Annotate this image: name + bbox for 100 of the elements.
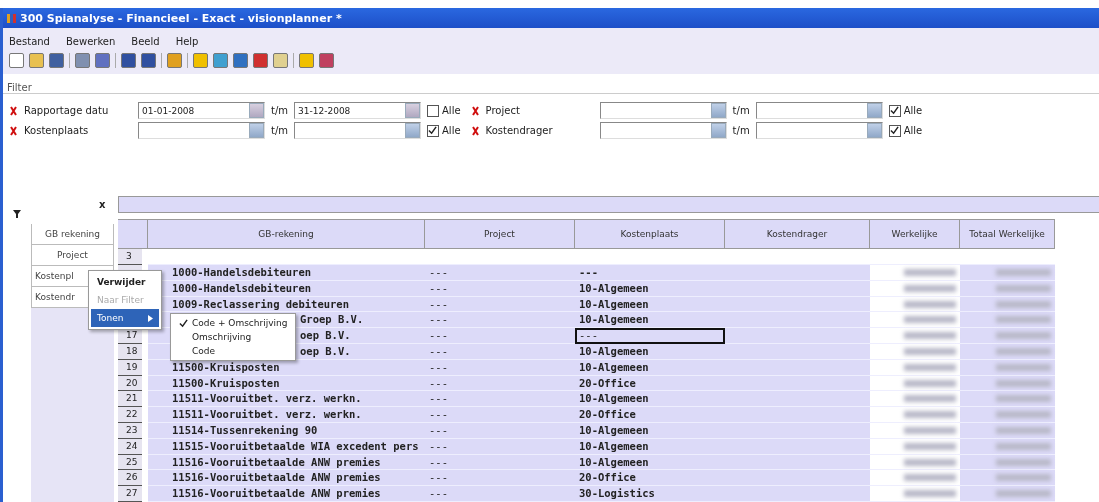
menu-item[interactable]: Beeld [131, 36, 160, 47]
table-cell: 10-Algemeen [575, 312, 725, 329]
blurred-value [996, 458, 1051, 466]
table-cell: --- [425, 312, 575, 329]
dimension-button[interactable]: GB rekening [31, 224, 114, 245]
table-cell: 11511-Vooruitbet. verz. werkn. [148, 407, 425, 423]
table-cell: --- [425, 328, 575, 345]
selected-cell: --- [575, 328, 725, 345]
row-number: 22 [118, 407, 142, 423]
lookup-field[interactable] [599, 122, 727, 139]
column-header[interactable]: Totaal Werkelijke [960, 219, 1055, 250]
close-icon[interactable]: x [99, 199, 106, 210]
lookup-field[interactable] [755, 122, 883, 139]
filter-label: Kostenplaats [24, 125, 90, 136]
date-field[interactable]: 01-01-2008 [138, 102, 265, 119]
app-icon [7, 13, 16, 23]
column-header[interactable]: Kostenplaats [575, 219, 725, 250]
blurred-value [996, 379, 1051, 387]
blurred-value [996, 411, 1051, 419]
calendar-icon[interactable] [249, 103, 264, 118]
remove-filter-icon[interactable] [9, 125, 18, 136]
menu-item[interactable]: Help [175, 36, 199, 47]
blurred-value [996, 316, 1051, 324]
row-number: 21 [118, 391, 142, 408]
lookup-field[interactable] [294, 122, 422, 139]
blurred-value [996, 348, 1051, 356]
row-number: 18 [118, 344, 142, 360]
row-number: 27 [118, 486, 142, 502]
window-title: 300 Spianalyse - Financieel - Exact - visionplanner * [20, 11, 342, 25]
remove-filter-icon[interactable] [470, 105, 480, 116]
table-cell: 20-Office [575, 407, 725, 423]
menu-item[interactable]: Code [173, 344, 294, 358]
blurred-value [996, 284, 1051, 292]
check-icon [179, 318, 188, 328]
menu-item[interactable]: Code + Omschrijving [173, 316, 294, 330]
blurred-value [904, 269, 956, 277]
lookup-icon[interactable] [405, 123, 421, 138]
blurred-value [904, 348, 956, 356]
funnel-icon[interactable] [13, 210, 21, 218]
filter-title: Filter [7, 82, 32, 93]
remove-filter-icon[interactable] [9, 105, 18, 116]
blurred-value [904, 332, 956, 340]
row-number: 26 [118, 470, 142, 487]
lookup-field[interactable] [599, 102, 727, 119]
date-field[interactable]: 31-12-2008 [294, 102, 422, 119]
remove-filter-icon[interactable] [470, 125, 480, 136]
column-header[interactable]: Kostendrager [725, 219, 870, 250]
filter-label: Kostendrager [485, 125, 554, 136]
blurred-value [996, 332, 1051, 340]
blurred-value [904, 442, 956, 450]
range-separator: t/m [271, 105, 289, 116]
blurred-value [996, 269, 1051, 277]
blurred-value [904, 474, 956, 482]
blurred-value [904, 427, 956, 434]
blurred-value [904, 284, 956, 292]
lookup-field[interactable] [138, 122, 265, 139]
table-cell: --- [425, 486, 575, 502]
range-separator: t/m [271, 125, 289, 136]
blurred-value [996, 474, 1051, 482]
menu-item[interactable]: Tonen [91, 309, 159, 327]
lookup-icon[interactable] [866, 123, 882, 138]
table-cell: --- [425, 407, 575, 423]
menu-item[interactable]: Bestand [9, 36, 50, 47]
table-cell: 11514-Tussenrekening 90 [148, 423, 425, 439]
lookup-icon[interactable] [249, 123, 264, 138]
range-separator: t/m [732, 125, 750, 136]
lookup-field[interactable] [755, 102, 883, 119]
table-cell: 10-Algemeen [575, 423, 725, 439]
checkbox-label: Alle [442, 125, 461, 136]
table-cell: 10-Algemeen [575, 391, 725, 408]
table-cell: --- [425, 470, 575, 487]
blurred-value [904, 458, 956, 466]
table-cell: --- [425, 423, 575, 439]
lookup-icon[interactable] [710, 103, 726, 118]
lookup-icon[interactable] [866, 103, 882, 118]
checkbox-label: Alle [442, 105, 461, 116]
row-number: 3 [118, 249, 142, 266]
dimension-button[interactable]: Project [31, 245, 114, 266]
blurred-value [996, 427, 1051, 434]
table-cell: --- [425, 391, 575, 408]
table-cell: 1000-Handelsdebiteuren [148, 265, 425, 281]
column-header[interactable]: Werkelijke [870, 219, 960, 250]
column-header[interactable]: GB-rekening [148, 219, 425, 250]
checkbox-label: Alle [903, 105, 923, 116]
blurred-value [904, 490, 956, 498]
blurred-value [904, 411, 956, 419]
blurred-value [996, 442, 1051, 450]
column-header[interactable]: Project [425, 219, 575, 250]
calendar-icon[interactable] [405, 103, 421, 118]
row-number: 23 [118, 423, 142, 439]
table-cell: 10-Algemeen [575, 344, 725, 360]
menu-item[interactable]: Omschrijving [173, 330, 294, 344]
table-cell: 11516-Vooruitbetaalde ANW premies [148, 486, 425, 502]
checkbox[interactable] [427, 104, 440, 117]
table-cell: --- [425, 265, 575, 281]
checkbox-label: Alle [903, 125, 923, 136]
table-cell: --- [575, 265, 725, 281]
menu-item[interactable]: Bewerken [65, 36, 116, 47]
submenu-arrow-icon [148, 314, 153, 322]
lookup-icon[interactable] [710, 123, 726, 138]
